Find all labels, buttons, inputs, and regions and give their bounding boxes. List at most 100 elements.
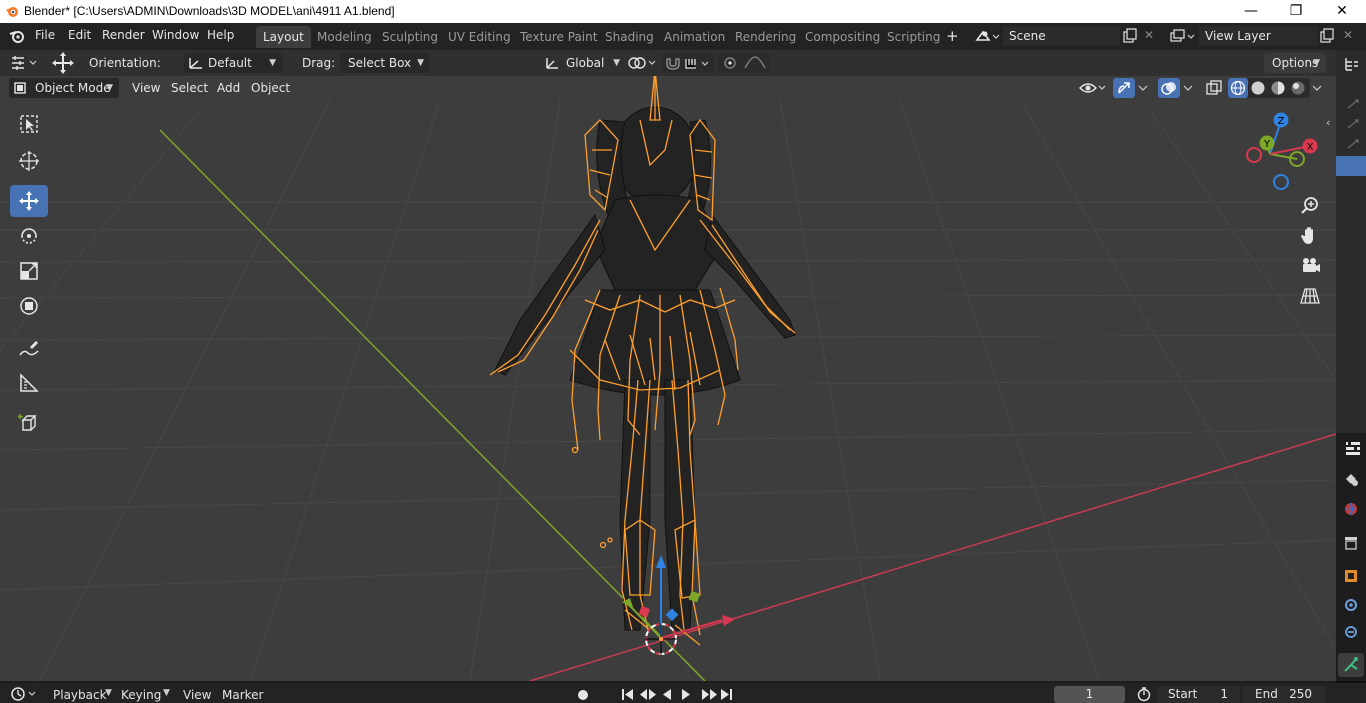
- tool-measure[interactable]: [10, 367, 48, 399]
- window-titlebar: Blender* [C:\Users\ADMIN\Downloads\3D MO…: [0, 0, 1366, 23]
- transform-tool-icon: [20, 297, 38, 315]
- mode-dropdown[interactable]: Object Mode ▼: [9, 78, 119, 98]
- tool-transform[interactable]: [10, 290, 48, 322]
- tab-animation[interactable]: Animation: [657, 26, 732, 48]
- overlays-toggle[interactable]: [1158, 78, 1180, 98]
- armature-data-tab[interactable]: [1338, 653, 1364, 677]
- shading-dropdown-chevron-icon[interactable]: [1311, 81, 1323, 95]
- menu-edit[interactable]: Edit: [68, 28, 91, 42]
- tab-uv-editing[interactable]: UV Editing: [441, 26, 518, 48]
- preview-range-stopwatch-icon[interactable]: [1136, 686, 1152, 702]
- close-window-button[interactable]: ✕: [1319, 0, 1365, 23]
- viewport-scene: Z X Y: [0, 69, 1336, 681]
- properties-editor-icon[interactable]: [1344, 439, 1362, 457]
- navigation-gizmo[interactable]: Z X Y: [1246, 112, 1318, 190]
- copy-view-layer-icon[interactable]: [1319, 28, 1335, 44]
- tab-rendering[interactable]: Rendering: [728, 26, 803, 48]
- marker-menu[interactable]: Marker: [222, 688, 263, 702]
- object-mode-icon: [14, 82, 26, 94]
- object-menu[interactable]: Object: [251, 81, 290, 95]
- keying-menu[interactable]: Keying: [121, 688, 161, 702]
- transform-orientation-value: Global: [566, 56, 605, 70]
- sidebar-tool-tabs[interactable]: [1346, 98, 1360, 158]
- 3d-cursor-icon[interactable]: [645, 623, 677, 655]
- menu-render[interactable]: Render: [102, 28, 145, 42]
- armature-icon: [1344, 657, 1358, 672]
- scene-browse-icon[interactable]: [975, 28, 999, 44]
- move-tool-icon: [19, 191, 39, 211]
- tab-compositing[interactable]: Compositing: [798, 26, 887, 48]
- menu-help[interactable]: Help: [207, 28, 234, 42]
- gizmo-x-label: X: [1307, 142, 1314, 153]
- tool-cursor[interactable]: [10, 145, 48, 177]
- view-layer-icon[interactable]: [1169, 28, 1195, 44]
- camera-view-button[interactable]: [1296, 252, 1324, 280]
- editor-type-icon[interactable]: [10, 55, 40, 71]
- tool-annotate[interactable]: [10, 332, 48, 364]
- tab-scripting[interactable]: Scripting: [880, 26, 947, 48]
- view-menu[interactable]: View: [132, 81, 160, 95]
- menu-file[interactable]: File: [35, 28, 55, 42]
- maximize-button[interactable]: ❐: [1273, 0, 1319, 23]
- outliner-editor-icon[interactable]: [1344, 56, 1360, 72]
- view-layer-field[interactable]: View Layer: [1199, 26, 1318, 46]
- select-menu[interactable]: Select: [171, 81, 208, 95]
- move-gizmo-icon[interactable]: [51, 51, 75, 75]
- copy-scene-icon[interactable]: [1122, 28, 1138, 44]
- visibility-eye-icon[interactable]: [1078, 79, 1108, 97]
- scene-field[interactable]: Scene: [1003, 26, 1120, 46]
- add-workspace-button[interactable]: +: [946, 27, 959, 45]
- rendered-shading-icon[interactable]: [1290, 80, 1306, 96]
- gizmo-toggle[interactable]: [1113, 78, 1135, 98]
- gizmo-z-label: Z: [1278, 116, 1285, 127]
- tab-layout[interactable]: Layout: [256, 26, 311, 48]
- drag-dropdown[interactable]: Select Box ▼: [340, 53, 430, 73]
- timeline-view-menu[interactable]: View: [183, 688, 211, 702]
- snap-magnet-icon: [666, 58, 709, 70]
- tool-add-cube[interactable]: [10, 407, 48, 439]
- wireframe-icon: [1230, 80, 1246, 96]
- add-menu[interactable]: Add: [217, 81, 240, 95]
- start-frame-field[interactable]: Start 1: [1157, 686, 1240, 703]
- pivot-point-icon[interactable]: [626, 54, 658, 72]
- tab-sculpting[interactable]: Sculpting: [375, 26, 445, 48]
- tab-shading[interactable]: Shading: [598, 26, 661, 48]
- shading-wireframe-button[interactable]: [1228, 78, 1248, 98]
- tool-rotate[interactable]: [10, 220, 48, 252]
- proportional-editing-group[interactable]: [718, 53, 770, 73]
- pan-button[interactable]: [1296, 222, 1324, 250]
- tool-scale[interactable]: [10, 255, 48, 287]
- xray-toggle-icon[interactable]: [1205, 79, 1223, 97]
- remove-view-layer-icon[interactable]: ✕: [1343, 28, 1353, 42]
- sidebar-collapse-icon[interactable]: ‹: [1326, 116, 1330, 129]
- tool-select-box[interactable]: [10, 108, 48, 140]
- end-frame-field[interactable]: End 250: [1243, 686, 1326, 703]
- viewport-3d[interactable]: Z X Y: [0, 50, 1336, 681]
- transform-orientation-dropdown[interactable]: Global ▼: [540, 53, 626, 73]
- tab-modeling[interactable]: Modeling: [310, 26, 379, 48]
- scale-tool-icon: [20, 262, 38, 280]
- shading-mode-group[interactable]: [1228, 78, 1310, 98]
- material-preview-icon[interactable]: [1270, 80, 1286, 96]
- solid-shading-icon[interactable]: [1250, 80, 1266, 96]
- tab-texture-paint[interactable]: Texture Paint: [513, 26, 604, 48]
- auto-keying-icon[interactable]: [574, 687, 596, 703]
- overlays-dropdown-chevron-icon[interactable]: [1182, 81, 1194, 95]
- gizmo-dropdown-chevron-icon[interactable]: [1137, 81, 1149, 95]
- zoom-button[interactable]: [1296, 192, 1324, 220]
- sidebar-active-tab[interactable]: [1336, 156, 1366, 176]
- blender-menu-icon[interactable]: [9, 29, 25, 43]
- menu-window[interactable]: Window: [152, 28, 199, 42]
- playback-menu[interactable]: Playback: [53, 688, 107, 702]
- tool-move[interactable]: [10, 185, 48, 217]
- orientation-dropdown[interactable]: Default ▼: [184, 53, 282, 73]
- snapping-group[interactable]: [662, 53, 714, 73]
- current-frame-field[interactable]: 1: [1054, 686, 1125, 703]
- timeline-editor-icon[interactable]: [10, 686, 40, 702]
- playback-controls[interactable]: [619, 686, 739, 703]
- overlays-icon: [1161, 82, 1176, 95]
- options-dropdown[interactable]: Options ▼: [1264, 53, 1326, 73]
- minimize-button[interactable]: —: [1228, 0, 1274, 23]
- remove-scene-icon[interactable]: ✕: [1144, 28, 1154, 42]
- perspective-toggle-button[interactable]: [1296, 282, 1324, 310]
